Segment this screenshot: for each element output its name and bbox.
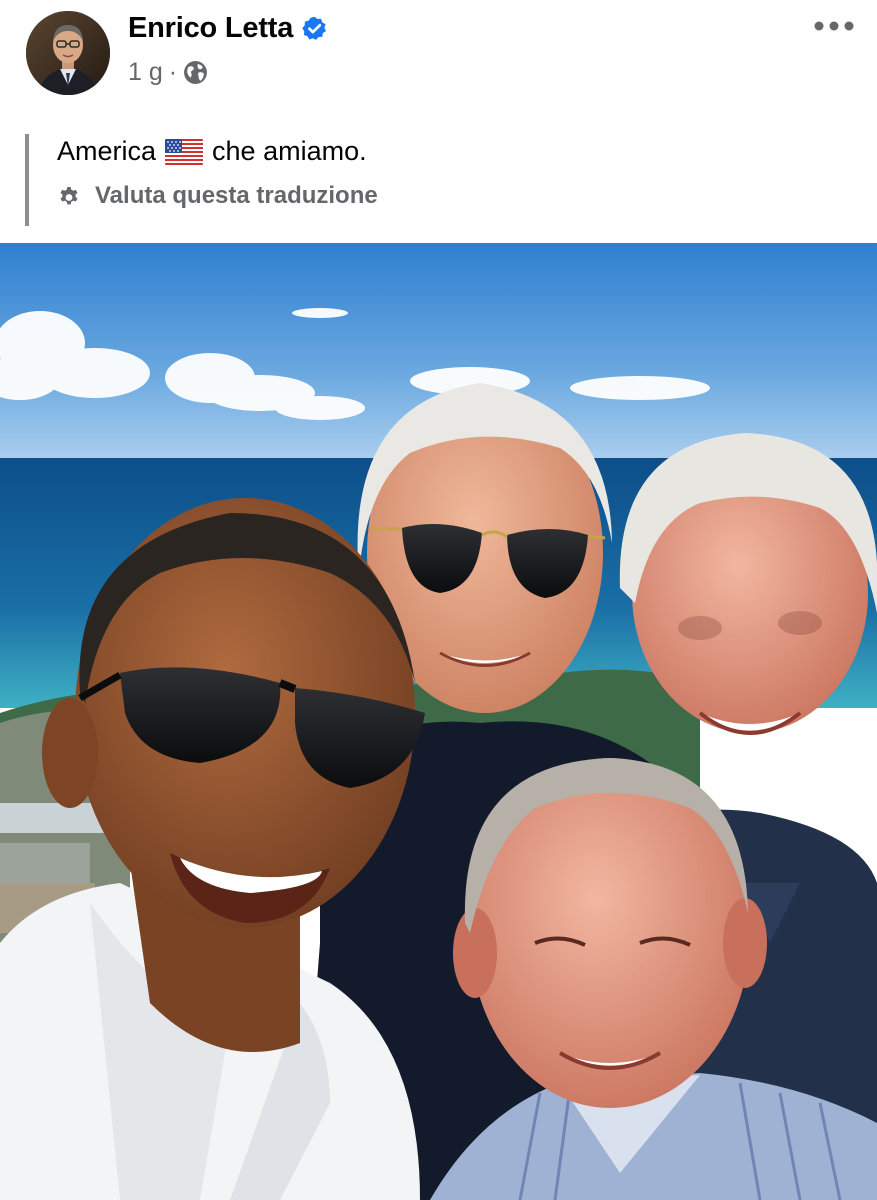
verified-badge-icon [302,16,327,40]
rate-translation-link[interactable]: Valuta questa traduzione [57,182,378,210]
more-options-button[interactable] [809,8,859,44]
rate-translation-label: Valuta questa traduzione [95,182,378,209]
us-flag-icon [165,138,204,165]
more-options-icon [814,21,854,31]
selfie-photo [0,243,877,1200]
author-name[interactable]: Enrico Letta [128,12,293,45]
post-text-part-1: America [57,136,157,166]
gear-icon [60,187,78,205]
globe-icon[interactable] [183,60,208,85]
post-photo[interactable] [0,243,877,1200]
author-avatar[interactable] [26,11,110,95]
post-meta: 1 g · [128,58,208,87]
meta-separator: · [168,58,178,86]
quote-bar [25,134,29,226]
facebook-post: Enrico Letta 1 g · America che amiamo. V… [0,0,877,1200]
post-text-part-2: che amiamo. [212,136,367,166]
post-header: Enrico Letta 1 g · [0,0,877,120]
post-text: America che amiamo. [57,136,367,167]
post-timestamp[interactable]: 1 g [128,58,163,87]
author-row: Enrico Letta [128,12,328,45]
